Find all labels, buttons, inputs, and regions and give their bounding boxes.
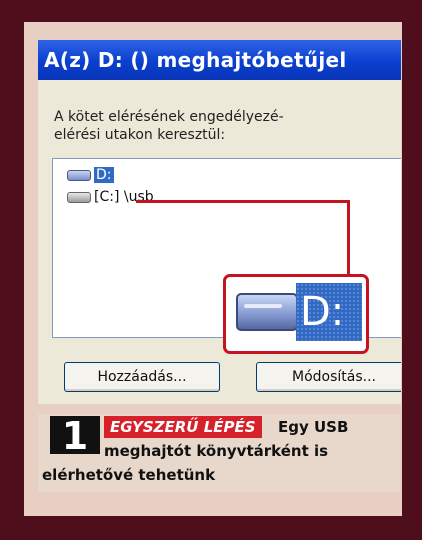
list-item-label: D:: [94, 167, 114, 183]
caption-tag: EGYSZERŰ LÉPÉS: [104, 416, 262, 438]
instructions-line-1: A kötet elérésének engedélyezé-: [54, 109, 284, 125]
dialog-screenshot: A(z) D: () meghajtóbetűjel A kötet eléré…: [38, 40, 401, 404]
instructions-text: A kötet elérésének engedélyezé- elérési …: [54, 108, 401, 144]
add-button[interactable]: Hozzáadás...: [64, 362, 220, 392]
paths-listbox[interactable]: D: [C:] \usb D:: [52, 158, 401, 354]
list-item[interactable]: D:: [67, 165, 114, 185]
dialog-title: A(z) D: () meghajtóbetűjel: [44, 48, 347, 72]
caption-line-3: elérhetővé tehetünk: [42, 466, 216, 484]
caption-line-1: Egy USB: [278, 418, 349, 436]
callout-line-vertical: [347, 200, 350, 276]
modify-button[interactable]: Módosítás...: [256, 362, 401, 392]
instructions-line-2: elérési utakon keresztül:: [54, 127, 226, 143]
magazine-frame: A(z) D: () meghajtóbetűjel A kötet eléré…: [0, 0, 422, 540]
usb-drive-icon: [67, 169, 91, 181]
figure-caption: 1 EGYSZERŰ LÉPÉS Egy USB meghajtót könyv…: [38, 414, 400, 492]
zoom-callout: D:: [223, 274, 369, 354]
list-item[interactable]: [C:] \usb: [67, 187, 154, 207]
dialog-titlebar[interactable]: A(z) D: () meghajtóbetűjel: [38, 40, 401, 80]
zoom-drive-label: D:: [296, 283, 362, 341]
callout-line-horizontal: [136, 200, 348, 203]
hard-drive-icon: [67, 191, 91, 203]
step-number: 1: [50, 416, 100, 456]
usb-drive-icon: [236, 293, 298, 331]
caption-line-2: meghajtót könyvtárként is: [104, 442, 329, 460]
figure-panel: A(z) D: () meghajtóbetűjel A kötet eléré…: [24, 22, 402, 516]
